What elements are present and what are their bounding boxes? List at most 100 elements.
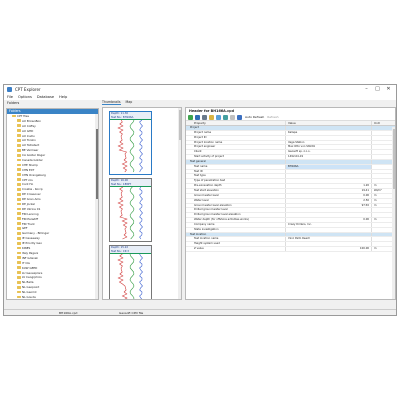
key-icon[interactable]	[237, 114, 242, 120]
folder-icon	[17, 251, 21, 255]
grid-unit	[371, 159, 391, 164]
tree-item-label: KUW GEED	[22, 265, 38, 270]
tree-item-label: Germany - Billinger	[22, 231, 50, 236]
grid-value[interactable]: Max Otto von Stiklitz	[285, 145, 371, 150]
column-value[interactable]: Value	[285, 121, 371, 125]
grid-value[interactable]	[285, 174, 371, 179]
grid-value[interactable]	[285, 169, 371, 174]
refresh-green-icon[interactable]	[188, 114, 193, 120]
column-property[interactable]: Property	[186, 121, 285, 125]
grid-property: Test name	[194, 164, 208, 168]
thumbnail-scrollbar[interactable]	[178, 108, 181, 299]
folder-icon	[17, 202, 21, 206]
folder-icon	[17, 119, 21, 123]
folders-panel-label: Folders	[7, 100, 20, 105]
folder-icon	[17, 207, 21, 211]
auto-refresh-button[interactable]: Auto Refresh	[245, 115, 264, 119]
grid-value[interactable]: Geosoft sp. z o.o.	[285, 150, 371, 155]
grid-property: State investigation	[194, 227, 219, 231]
grid-value[interactable]: 1492-04-19	[285, 155, 371, 159]
tree-item-label: LU Geoexplore	[22, 270, 43, 275]
settings-icon[interactable]	[230, 114, 235, 120]
grid-unit	[371, 164, 391, 169]
folder-icon	[17, 124, 21, 128]
cpt-thumbnail[interactable]: Depth: 15.22 Test No.: CP-3	[109, 245, 152, 299]
open-folder-icon[interactable]	[209, 114, 214, 120]
grid-value[interactable]: 0.00	[285, 193, 371, 198]
grid-value[interactable]: Vega Station	[285, 140, 371, 145]
tree-item-label: NL Geomil	[22, 290, 37, 295]
tree-item-label: AU Tonkin	[22, 138, 36, 143]
tree-item-label: INF Gdansk	[22, 255, 38, 260]
grid-value[interactable]	[285, 213, 371, 218]
menu-database[interactable]: Database	[37, 95, 54, 99]
grid-property: Test location name	[194, 237, 219, 241]
grid-value[interactable]: 2.50	[285, 198, 371, 203]
grid-value[interactable]: 100.00	[285, 247, 371, 251]
folder-icon	[17, 129, 21, 133]
grid-value[interactable]: 0.00	[285, 218, 371, 222]
grid-unit	[371, 242, 391, 247]
grid-value[interactable]	[285, 208, 371, 213]
column-unit[interactable]: Unit	[371, 121, 391, 125]
tree-item-label: AU BrownBox	[22, 118, 41, 123]
menu-file[interactable]: File	[7, 95, 13, 99]
maximize-icon[interactable]: □	[372, 86, 383, 93]
folder-icon	[17, 256, 21, 260]
folder-icon	[17, 261, 21, 265]
grid-value[interactable]	[285, 242, 371, 247]
minimize-icon[interactable]: –	[361, 86, 372, 93]
print-icon[interactable]	[202, 114, 207, 120]
grid-scroll-thumb[interactable]	[392, 129, 395, 189]
thumbnail-plot	[110, 119, 151, 175]
menu-options[interactable]: Options	[18, 95, 32, 99]
tree-item-label: Cont Ho	[22, 182, 34, 187]
export-icon[interactable]	[216, 114, 221, 120]
grid-property: Drilled ground water level elevation	[194, 213, 241, 217]
cpt-thumbnail[interactable]: Depth: 11.30 Test No.: BH166A	[109, 111, 152, 175]
tree-item-label: CPT zcs	[22, 177, 33, 182]
tree-item-label: AU Coffey	[22, 123, 36, 128]
tree-scrollbar[interactable]	[95, 114, 98, 299]
grid-value[interactable]	[285, 227, 371, 232]
menu-help[interactable]: Help	[59, 95, 67, 99]
grid-value[interactable]: Vinci Palm Reach	[285, 237, 371, 242]
folder-icon	[12, 114, 16, 118]
close-icon[interactable]: ✕	[383, 86, 394, 93]
cpt-thumbnail[interactable]: Depth: 16.00 Test No.: 188PT	[109, 178, 152, 242]
grid-scrollbar[interactable]	[392, 127, 395, 299]
grid-property: Test type	[194, 174, 206, 178]
status-format: Geosoft CPD file	[119, 311, 144, 315]
grid-unit: m	[371, 184, 391, 188]
grid-value[interactable]: BH166A	[285, 164, 371, 169]
folder-tree[interactable]: Folders CPT files AU BrownBox AU Coffey AU …	[6, 108, 99, 300]
grid-value[interactable]	[285, 135, 371, 140]
grid-value[interactable]: 97.50	[285, 203, 371, 208]
folder-icon	[17, 275, 21, 279]
grid-value[interactable]: Kalispe	[285, 130, 371, 135]
grid-value[interactable]: 19.41	[285, 188, 371, 193]
tree-scroll-thumb[interactable]	[95, 129, 98, 199]
tab-thumbnails[interactable]: Thumbnails	[102, 100, 121, 105]
grid-row[interactable]: Z value 100.00 m	[186, 247, 395, 252]
tree-item-label: FIN Truck	[22, 221, 35, 226]
tree-item-label: IT Ois	[22, 260, 30, 265]
save-icon[interactable]	[195, 114, 200, 120]
grid-unit	[371, 227, 391, 232]
grid-value[interactable]	[285, 179, 371, 184]
grid-unit	[371, 145, 391, 150]
tree-item-label: LV Ceogrphics	[22, 275, 42, 280]
table-icon[interactable]	[223, 114, 228, 120]
thumbnail-scroll-thumb[interactable]	[178, 110, 181, 140]
refresh-button[interactable]: Refresh	[267, 115, 278, 119]
thumbnail-curves	[117, 186, 143, 240]
tab-map[interactable]: Map	[126, 100, 133, 105]
header-toolbar: Auto Refresh Refresh	[186, 114, 395, 121]
grid-value	[285, 159, 371, 164]
grid-value[interactable]: Crazy Drillers, Inc.	[285, 222, 371, 227]
tree-item-label: CHE Stump	[22, 162, 38, 167]
grid-property: Ground water level	[194, 193, 219, 197]
tree-item[interactable]: NL Gouda	[7, 295, 98, 299]
grid-value[interactable]: 1.20	[285, 184, 371, 188]
grid-property: Water depth (for offshore activities wor…	[194, 218, 249, 222]
